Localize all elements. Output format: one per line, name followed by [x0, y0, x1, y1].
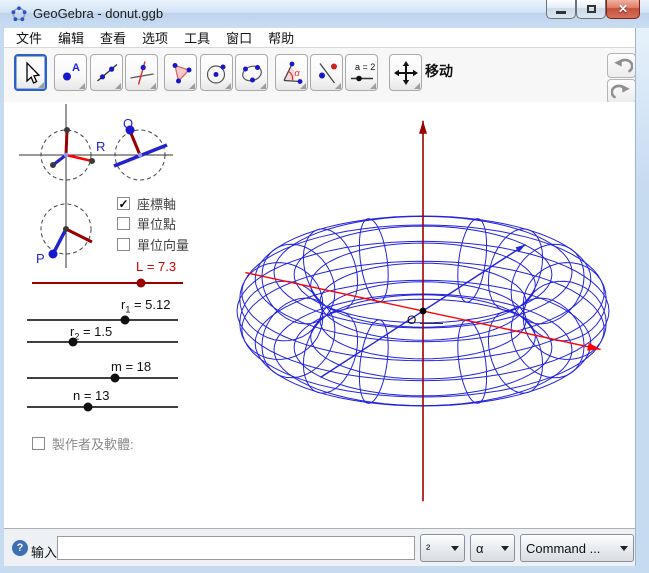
menu-bar: 文件 编辑 查看 选项 工具 窗口 帮助: [4, 28, 636, 48]
graphics-view[interactable]: [4, 102, 636, 528]
close-icon: ✕: [618, 3, 628, 15]
checkbox-unit-points[interactable]: 單位點: [117, 214, 176, 233]
undo-button[interactable]: [607, 53, 636, 78]
svg-text:A: A: [72, 62, 80, 74]
command-dropdown[interactable]: Command ...: [520, 534, 634, 562]
svg-text:α: α: [294, 68, 300, 78]
checkbox-axes-label: 座標軸: [137, 194, 176, 213]
tool-reflect[interactable]: [310, 54, 343, 91]
tool-perpendicular[interactable]: [125, 54, 158, 91]
slider-n-label: n = 13: [73, 388, 110, 406]
tool-move-view[interactable]: [389, 54, 422, 91]
checkbox-axes[interactable]: 座標軸: [117, 194, 176, 213]
slider-r1-handle[interactable]: [121, 316, 130, 325]
window-title: GeoGebra - donut.ggb: [33, 6, 163, 21]
title-bar: GeoGebra - donut.ggb ✕: [0, 0, 649, 28]
undo-icon: [611, 56, 633, 76]
chevron-down-icon: [620, 546, 628, 555]
polygon-icon: [168, 60, 194, 86]
line-icon: [94, 60, 120, 86]
maximize-icon: [587, 5, 596, 13]
tool-line[interactable]: [90, 54, 123, 91]
menu-help[interactable]: 帮助: [260, 27, 302, 48]
geogebra-logo-icon: [11, 6, 27, 22]
minimize-button[interactable]: [546, 0, 576, 19]
greek-letter-dropdown[interactable]: α: [470, 534, 515, 562]
menu-window[interactable]: 窗口: [218, 27, 260, 48]
perpendicular-line-icon: [129, 60, 155, 86]
checkbox-unit-points-label: 單位點: [137, 214, 176, 233]
menu-view[interactable]: 查看: [92, 27, 134, 48]
superscript-dropdown[interactable]: ²: [420, 534, 465, 562]
checkbox-unit-vectors-box[interactable]: [117, 238, 130, 251]
slider-icon: a = 2: [348, 60, 376, 86]
label-P: P: [36, 251, 45, 266]
minimize-icon: [556, 11, 566, 14]
3d-axes: [245, 121, 600, 501]
angle-icon: α: [279, 60, 305, 86]
window-frame-bottom: [0, 566, 649, 573]
label-R: R: [96, 139, 105, 154]
tool-bar: A: [4, 48, 636, 103]
tool-ellipse[interactable]: [235, 54, 268, 91]
reflect-icon: [314, 60, 340, 86]
tool-polygon[interactable]: [164, 54, 197, 91]
tool-circle[interactable]: [200, 54, 233, 91]
point-P[interactable]: [49, 250, 58, 259]
ellipse-icon: [239, 60, 265, 86]
help-icon[interactable]: ?: [12, 540, 28, 556]
maximize-button[interactable]: [576, 0, 606, 19]
slider-L-handle[interactable]: [137, 279, 146, 288]
checkbox-unit-vectors[interactable]: 單位向量: [117, 235, 189, 254]
checkbox-unit-vectors-label: 單位向量: [137, 235, 189, 254]
close-button[interactable]: ✕: [606, 0, 640, 19]
checkbox-axes-box[interactable]: [117, 197, 130, 210]
chevron-down-icon: [501, 546, 509, 555]
label-Q: Q: [123, 116, 133, 131]
menu-tools[interactable]: 工具: [176, 27, 218, 48]
tool-angle[interactable]: α: [275, 54, 308, 91]
menu-edit[interactable]: 编辑: [50, 27, 92, 48]
origin-point[interactable]: [420, 308, 427, 315]
checkbox-author[interactable]: 製作者及軟體:: [32, 434, 134, 453]
tool-slider[interactable]: a = 2: [345, 54, 378, 91]
svg-text:a = 2: a = 2: [355, 62, 375, 72]
geogebra-window: GeoGebra - donut.ggb ✕ 文件 编辑 查看 选项 工具 窗口…: [0, 0, 649, 573]
tool-move[interactable]: [14, 54, 47, 91]
menu-options[interactable]: 选项: [134, 27, 176, 48]
window-frame-left: [0, 28, 4, 566]
label-origin: O: [407, 313, 416, 327]
slider-m-label: m = 18: [111, 359, 151, 377]
active-tool-label: 移动: [425, 61, 453, 81]
circle-icon: [204, 60, 230, 86]
point-R[interactable]: [89, 158, 95, 164]
menu-file[interactable]: 文件: [8, 27, 50, 48]
cursor-icon: [18, 60, 44, 86]
command-input[interactable]: [57, 536, 415, 560]
checkbox-author-label: 製作者及軟體:: [52, 434, 134, 453]
window-frame-right: [635, 28, 649, 566]
slider-r2-label: r2 = 1.5: [70, 324, 112, 342]
tool-point[interactable]: A: [54, 54, 87, 91]
move-view-icon: [393, 60, 419, 86]
slider-L-label: L = 7.3: [136, 259, 176, 277]
checkbox-author-box[interactable]: [32, 437, 45, 450]
input-bar: ? 输入: ² α Command ...: [4, 528, 636, 566]
redo-button[interactable]: [607, 79, 636, 104]
chevron-down-icon: [451, 546, 459, 555]
redo-icon: [611, 82, 633, 102]
checkbox-unit-points-box[interactable]: [117, 217, 130, 230]
slider-r1-label: r1 = 5.12: [121, 297, 170, 315]
point-icon: A: [58, 60, 84, 86]
